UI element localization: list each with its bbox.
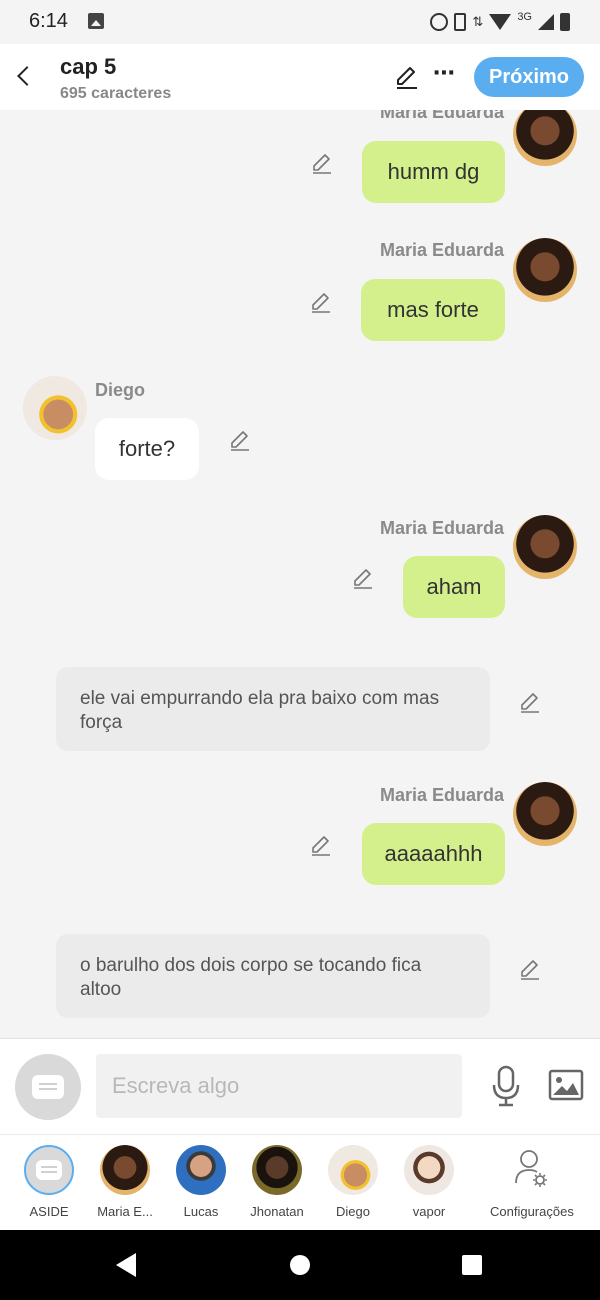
- tab-label: Diego: [336, 1204, 370, 1219]
- avatar: [404, 1145, 454, 1195]
- avatar: [513, 782, 577, 846]
- message-bubble[interactable]: aaaaahhh: [362, 823, 505, 885]
- message-bubble[interactable]: aham: [403, 556, 505, 618]
- aside-avatar: [24, 1145, 74, 1195]
- character-tabs: ASIDE Maria E... Lucas Jhonatan Diego va…: [0, 1134, 600, 1230]
- status-icons: ⇅ 3G: [430, 10, 570, 34]
- aside-icon: [32, 1075, 64, 1099]
- character-count: 695 caracteres: [60, 85, 172, 102]
- tab-jhonatan[interactable]: Jhonatan: [237, 1145, 317, 1229]
- avatar: [252, 1145, 302, 1195]
- tab-maria[interactable]: Maria E...: [85, 1145, 165, 1229]
- avatar: [328, 1145, 378, 1195]
- pencil-icon[interactable]: [309, 290, 333, 314]
- mic-icon[interactable]: [490, 1065, 522, 1107]
- tab-label: Maria E...: [97, 1204, 153, 1219]
- avatar: [176, 1145, 226, 1195]
- tab-label: Lucas: [183, 1204, 219, 1219]
- image-icon[interactable]: [548, 1069, 584, 1101]
- avatar: [513, 110, 577, 166]
- system-navigation-bar: [0, 1230, 600, 1300]
- tab-label: vapor: [412, 1204, 446, 1219]
- pencil-icon[interactable]: [309, 833, 333, 857]
- back-icon[interactable]: [12, 62, 36, 90]
- aside-icon: [36, 1160, 62, 1180]
- pencil-icon[interactable]: [351, 566, 375, 590]
- signal-icon: [538, 14, 554, 30]
- pencil-icon[interactable]: [518, 690, 542, 714]
- vibrate-icon: [454, 13, 467, 31]
- message-sender: Maria Eduarda: [379, 785, 504, 805]
- avatar: [23, 376, 87, 440]
- chat-area[interactable]: Maria Eduarda humm dg Maria Eduarda mas …: [0, 110, 600, 1038]
- avatar: [513, 238, 577, 302]
- wifi-icon: [489, 14, 512, 30]
- narration-bubble[interactable]: ele vai empurrando ela pra baixo com mas…: [56, 667, 490, 751]
- narration-bubble[interactable]: o barulho dos dois corpo se tocando fica…: [56, 934, 490, 1018]
- pencil-icon[interactable]: [228, 428, 252, 452]
- chapter-title: cap 5: [60, 54, 117, 79]
- avatar: [100, 1145, 150, 1195]
- status-bar: 6:14 ⇅ 3G: [0, 0, 600, 44]
- image-notification-icon: [88, 13, 104, 29]
- tab-aside[interactable]: ASIDE: [9, 1145, 89, 1229]
- message-sender: Maria Eduarda: [379, 240, 504, 260]
- tab-vapor[interactable]: vapor: [389, 1145, 469, 1229]
- network-type: 3G: [517, 11, 532, 23]
- more-icon[interactable]: ⋯: [432, 58, 456, 88]
- message-sender: Maria Eduarda: [379, 518, 504, 538]
- message-bubble[interactable]: mas forte: [361, 279, 505, 341]
- composer-bar: [0, 1038, 600, 1134]
- tab-settings[interactable]: Configurações: [490, 1145, 574, 1229]
- tab-diego[interactable]: Diego: [313, 1145, 393, 1229]
- next-button[interactable]: Próximo: [474, 57, 584, 97]
- tab-label: Jhonatan: [250, 1204, 304, 1219]
- alarm-icon: [430, 13, 449, 31]
- tab-label: ASIDE: [29, 1204, 69, 1219]
- battery-icon: [560, 13, 570, 31]
- message-sender: Maria Eduarda: [379, 110, 504, 122]
- avatar: [513, 515, 577, 579]
- tab-lucas[interactable]: Lucas: [161, 1145, 241, 1229]
- message-bubble[interactable]: forte?: [95, 418, 199, 480]
- nav-home-icon[interactable]: [290, 1255, 310, 1275]
- pencil-icon[interactable]: [394, 64, 420, 90]
- message-bubble[interactable]: humm dg: [362, 141, 505, 203]
- aside-button[interactable]: [15, 1054, 81, 1120]
- pencil-icon[interactable]: [518, 957, 542, 981]
- chapter-header: cap 5 695 caracteres ⋯ Próximo: [0, 44, 600, 110]
- data-arrows-icon: ⇅: [472, 14, 484, 29]
- message-sender: Diego: [95, 380, 146, 400]
- tab-label: Configurações: [490, 1204, 574, 1219]
- message-input[interactable]: [96, 1054, 462, 1118]
- pencil-icon[interactable]: [310, 151, 334, 175]
- nav-back-icon[interactable]: [116, 1253, 136, 1277]
- nav-recents-icon[interactable]: [462, 1255, 482, 1275]
- settings-icon: [515, 1150, 547, 1187]
- status-time: 6:14: [29, 10, 68, 32]
